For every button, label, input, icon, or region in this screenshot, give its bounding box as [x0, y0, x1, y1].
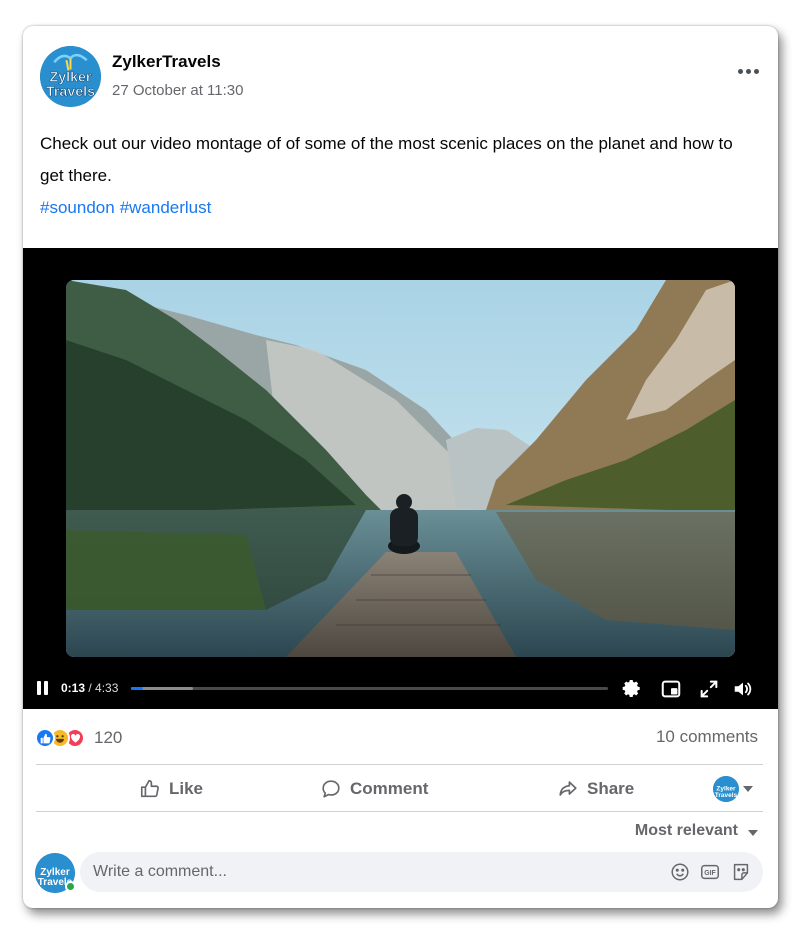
sticker-icon[interactable] — [730, 861, 752, 883]
video-controls: 0:13 / 4:33 — [23, 673, 778, 703]
author-avatar[interactable]: Zylker Travels — [40, 46, 101, 107]
video-progress-bar[interactable] — [131, 687, 608, 690]
online-status-dot — [65, 881, 76, 892]
comments-count[interactable]: 10 comments — [656, 727, 758, 747]
hashtag-link[interactable]: #wanderlust — [120, 198, 212, 217]
svg-text:Zylker: Zylker — [716, 785, 736, 792]
comment-button[interactable]: Comment — [320, 767, 428, 811]
post-text: Check out our video montage of of some o… — [40, 134, 733, 185]
fullscreen-icon[interactable] — [698, 678, 720, 700]
comment-sort-dropdown[interactable]: Most relevant — [635, 822, 738, 840]
hashtags: #soundon #wanderlust — [40, 192, 216, 224]
video-player[interactable]: 0:13 / 4:33 — [23, 248, 778, 709]
comment-label: Comment — [350, 779, 429, 798]
like-reaction-icon — [35, 728, 55, 748]
current-time: 0:13 — [61, 681, 86, 695]
zylker-logo: Zylker Travels — [40, 46, 101, 107]
author-name[interactable]: ZylkerTravels — [112, 52, 221, 72]
svg-text:Travels: Travels — [715, 792, 738, 799]
post-card: Zylker Travels ZylkerTravels 27 October … — [23, 26, 778, 908]
like-label: Like — [169, 779, 204, 798]
post-as-avatar[interactable]: Zylker Travels — [713, 776, 739, 802]
like-button[interactable]: Like — [139, 767, 203, 811]
commenter-avatar[interactable]: Zylker Travels — [35, 853, 76, 893]
chevron-down-icon[interactable] — [743, 786, 753, 792]
emoji-icon[interactable] — [669, 861, 691, 883]
comment-box: GIF — [80, 852, 763, 892]
hashtag-link[interactable]: #soundon — [40, 198, 115, 217]
svg-text:Travels: Travels — [46, 84, 95, 100]
divider — [36, 764, 763, 765]
gif-icon[interactable]: GIF — [699, 861, 721, 883]
picture-in-picture-icon[interactable] — [660, 678, 682, 700]
volume-icon[interactable] — [732, 678, 754, 700]
lake-scene-image — [66, 280, 735, 657]
video-frame[interactable] — [66, 280, 735, 657]
reaction-summary[interactable]: 120 — [35, 727, 122, 749]
more-options-icon[interactable] — [734, 64, 762, 78]
share-icon — [559, 781, 577, 796]
chevron-down-icon[interactable] — [748, 830, 758, 836]
sort-label: Most relevant — [634, 822, 738, 839]
share-label: Share — [587, 779, 635, 798]
svg-text:GIF: GIF — [704, 870, 715, 877]
thumbs-up-icon — [140, 779, 159, 798]
video-time: 0:13 / 4:33 — [61, 681, 118, 695]
played-bar — [131, 687, 143, 690]
post-timestamp[interactable]: 27 October at 11:30 — [112, 82, 243, 99]
pause-icon[interactable] — [37, 681, 49, 695]
gear-icon[interactable] — [621, 678, 643, 700]
comment-input[interactable] — [93, 852, 653, 892]
action-bar: Like Comment Share — [36, 767, 763, 811]
comment-icon — [322, 780, 340, 798]
zylker-logo: Zylker Travels — [713, 776, 739, 802]
divider — [36, 811, 763, 812]
share-button[interactable]: Share — [557, 767, 634, 811]
video-duration: / 4:33 — [88, 681, 119, 695]
reaction-count: 120 — [94, 728, 123, 747]
